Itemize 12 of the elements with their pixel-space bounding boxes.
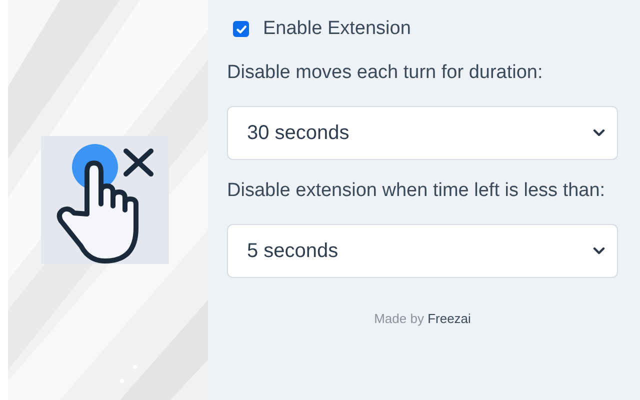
- setting-label: Disable extension when time left is less than:: [227, 179, 606, 203]
- checkbox[interactable]: [233, 21, 249, 37]
- author-link[interactable]: Freezai: [428, 311, 471, 326]
- footer-text: Made by Freezai: [373, 311, 472, 326]
- dropdown[interactable]: 5 seconds: [227, 224, 618, 278]
- chevron-down-icon: [593, 129, 605, 137]
- setting-label: Disable moves each turn for duration:: [227, 61, 544, 85]
- chevron-down-icon: [593, 247, 605, 255]
- checkmark-icon: [234, 22, 248, 36]
- dropdown[interactable]: 30 seconds: [227, 106, 618, 160]
- checkbox-label: Enable Extension: [263, 18, 411, 40]
- hand-tap-icon: [41, 136, 169, 264]
